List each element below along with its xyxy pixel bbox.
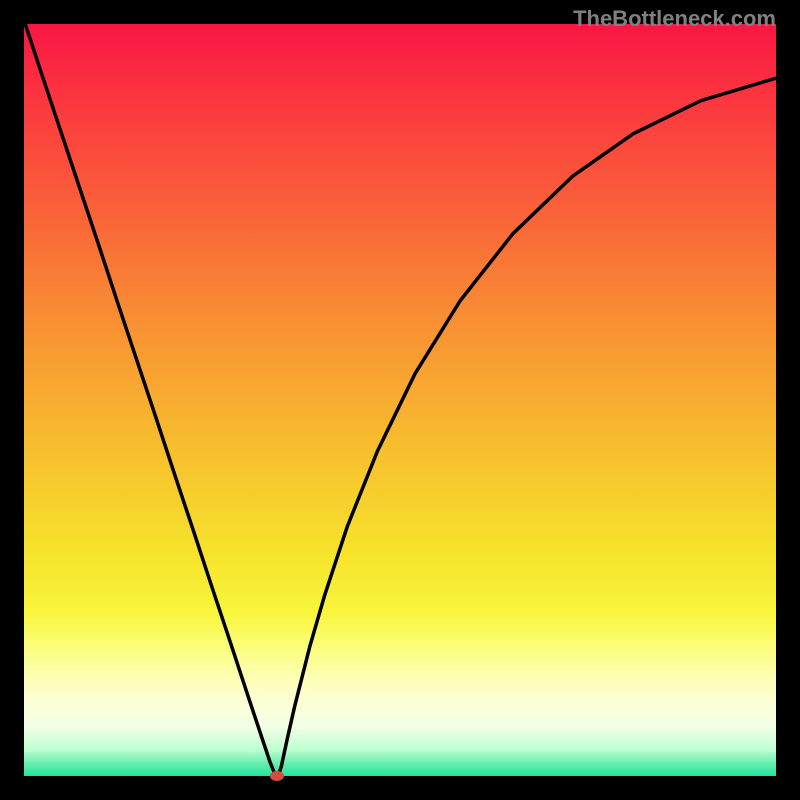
plot-area (24, 24, 776, 776)
optimum-marker (270, 771, 284, 781)
watermark-label: TheBottleneck.com (573, 6, 776, 32)
plot-container (24, 24, 776, 776)
plot-background-gradient (24, 24, 776, 776)
